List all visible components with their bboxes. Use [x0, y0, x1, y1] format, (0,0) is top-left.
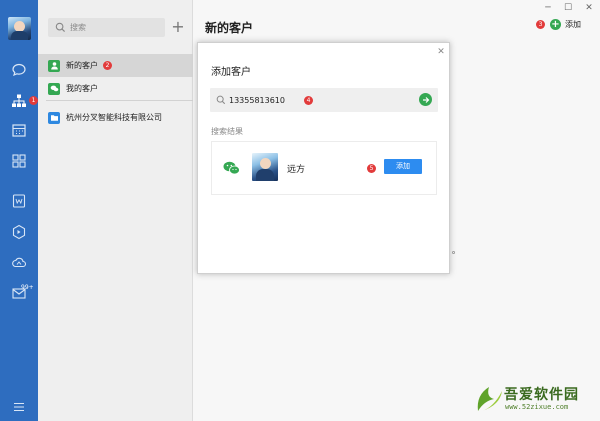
- result-avatar: [252, 153, 278, 181]
- watermark-logo-icon: [472, 381, 506, 415]
- plus-circle-icon: +: [550, 19, 561, 30]
- org-chart-icon[interactable]: [11, 93, 27, 109]
- add-label: 添加: [565, 20, 581, 29]
- sidebar-item-company[interactable]: 杭州分叉智能科技有限公司: [38, 106, 193, 129]
- sidebar-item-new-customer[interactable]: 新的客户 2: [38, 54, 193, 77]
- maximize-button[interactable]: ☐: [563, 3, 573, 13]
- org-notification-badge: 1: [29, 96, 38, 105]
- sidebar-divider: [46, 100, 193, 101]
- document-icon[interactable]: [11, 193, 27, 209]
- new-customer-badge: 2: [103, 61, 112, 70]
- close-window-button[interactable]: ✕: [584, 3, 594, 13]
- mail-unread-count: 99+: [21, 284, 34, 291]
- my-customer-icon: [48, 82, 60, 95]
- search-icon: [216, 95, 226, 105]
- user-avatar[interactable]: [8, 17, 31, 40]
- chat-bubble-icon[interactable]: [11, 62, 27, 78]
- watermark-url: www.52zixue.com: [505, 403, 569, 411]
- search-icon: [55, 22, 66, 33]
- search-step-badge: 4: [304, 96, 313, 105]
- dialog-close-icon[interactable]: ✕: [436, 47, 446, 57]
- sidebar-search[interactable]: [48, 18, 165, 37]
- cube-icon[interactable]: [11, 224, 27, 240]
- customer-sidebar: + 新的客户 2 我的客户 杭州分叉智能科技有限公司: [38, 0, 193, 421]
- result-name: 远方: [287, 165, 306, 175]
- menu-icon[interactable]: [11, 399, 27, 415]
- sidebar-item-label: 我的客户: [66, 84, 98, 93]
- add-customer-button[interactable]: 3 + 添加: [536, 19, 581, 30]
- wechat-icon: [223, 161, 240, 175]
- arrow-right-icon: [422, 96, 429, 103]
- add-step-badge-5: 5: [367, 164, 376, 173]
- new-customer-icon: [48, 59, 60, 72]
- background-text-fragment: 。: [452, 246, 460, 255]
- sidebar-search-input[interactable]: [70, 20, 160, 35]
- add-customer-dialog: ✕ 添加客户 4 搜索结果 远方 5 添加: [197, 42, 450, 274]
- add-step-badge: 3: [536, 20, 545, 29]
- calendar-icon[interactable]: [11, 122, 27, 138]
- add-plus-button[interactable]: +: [171, 18, 185, 37]
- add-contact-button[interactable]: 添加: [384, 159, 422, 174]
- apps-grid-icon[interactable]: [11, 153, 27, 169]
- site-watermark: 吾爱软件园 www.52zixue.com: [472, 381, 600, 417]
- dialog-search-box[interactable]: 4: [210, 88, 438, 112]
- phone-search-input[interactable]: [229, 92, 307, 108]
- watermark-text: 吾爱软件园: [504, 387, 579, 403]
- search-result-card: 远方 5 添加: [211, 141, 437, 195]
- sidebar-item-label: 杭州分叉智能科技有限公司: [66, 113, 162, 122]
- search-results-label: 搜索结果: [211, 127, 243, 136]
- search-go-button[interactable]: [419, 93, 432, 106]
- minimize-button[interactable]: ─: [543, 3, 553, 13]
- sidebar-item-label: 新的客户: [66, 61, 98, 70]
- page-title: 新的客户: [205, 21, 254, 35]
- cloud-drive-icon[interactable]: [11, 254, 27, 270]
- folder-icon: [48, 111, 60, 124]
- dialog-title: 添加客户: [211, 67, 251, 78]
- nav-rail: 1 99+: [0, 0, 38, 421]
- sidebar-item-my-customers[interactable]: 我的客户: [38, 77, 193, 100]
